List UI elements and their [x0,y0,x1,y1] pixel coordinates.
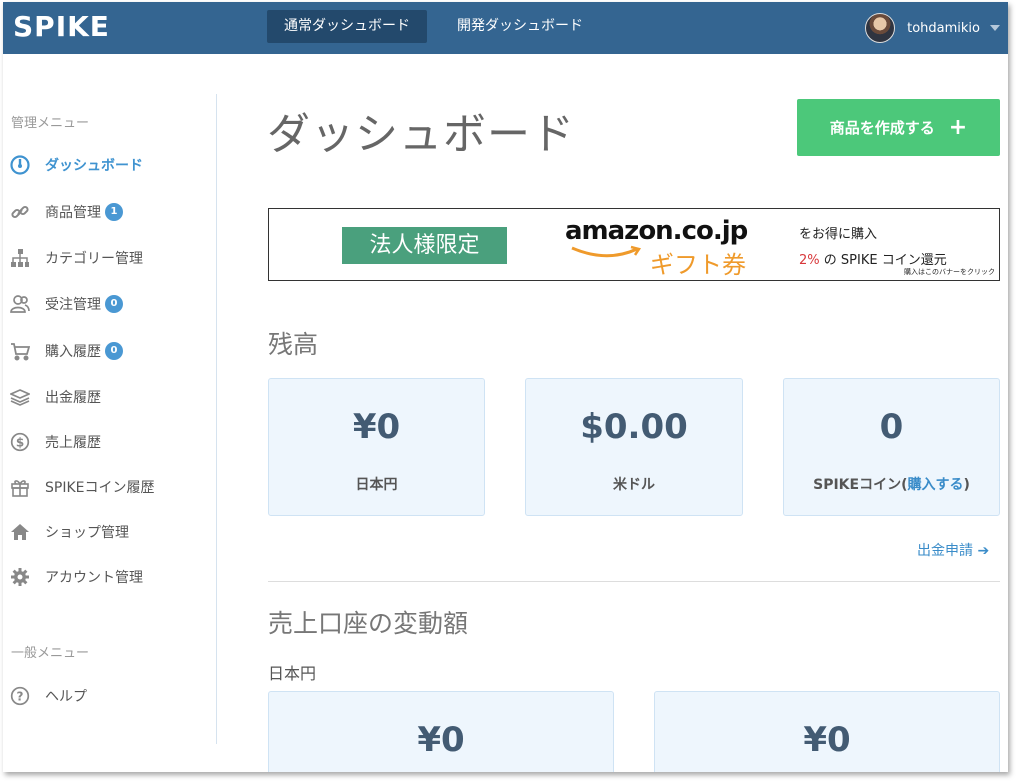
app-window: SPIKE 通常ダッシュボード 開発ダッシュボード tohdamikio 管理メ… [3,2,1008,772]
sidebar-item-label: 売上履歴 [45,435,101,451]
sidebar-item-label: 出金履歴 [45,390,101,406]
sales-amount: ¥0 [417,720,465,760]
banner-coin-text: 2% の SPIKE コイン還元 [799,249,947,268]
sidebar-item-label: 購入履歴 [45,344,101,360]
sidebar-item-label: ショップ管理 [45,525,129,541]
buy-coin-link[interactable]: 購入する [907,477,963,493]
link-icon [9,201,31,223]
sales-heading: 売上口座の変動額 [268,609,469,638]
arrow-right-icon: ➔ [977,543,990,559]
sidebar-item-coin-history[interactable]: SPIKEコイン履歴 [9,474,154,500]
corporate-only-badge: 法人様限定 [342,227,507,264]
create-product-button[interactable]: 商品を作成する + [797,99,1000,156]
sidebar-item-orders[interactable]: 受注管理 0 [9,291,123,317]
amazon-logo-text: amazon.co.jp [565,216,748,246]
sidebar-item-label: SPIKEコイン履歴 [45,480,155,496]
sidebar-item-account[interactable]: アカウント管理 [9,564,143,590]
sales-amount: ¥0 [803,720,851,760]
dashboard-icon [9,154,31,176]
sitemap-icon [9,247,31,269]
layers-icon [9,386,31,408]
users-icon [9,293,31,315]
sidebar-item-label: ヘルプ [45,689,87,705]
sidebar-divider [216,94,217,744]
create-product-label: 商品を作成する [829,119,935,137]
count-badge: 0 [105,342,123,360]
section-divider [268,581,1000,582]
balance-card-spike-coin: 0 SPIKEコイン(購入する) [783,378,1000,516]
tab-normal-dashboard[interactable]: 通常ダッシュボード [267,10,427,43]
sidebar-item-label: アカウント管理 [45,570,143,586]
question-icon: ? [9,685,31,707]
sidebar-item-label: カテゴリー管理 [45,251,143,267]
sidebar-item-label: 受注管理 [45,297,101,313]
gift-card-text: ギフト券 [650,251,746,279]
balance-amount: ¥0 [352,407,401,447]
sales-card: ¥0 [268,691,614,772]
page-title: ダッシュボード [267,110,575,160]
banner-note: 購入はこのバナーをクリック [904,268,995,276]
balance-card-usd: $0.00 米ドル [525,378,743,516]
cart-icon [9,340,31,362]
sidebar-item-withdrawal-history[interactable]: 出金履歴 [9,384,101,410]
sidebar-item-categories[interactable]: カテゴリー管理 [9,245,143,271]
gear-icon [9,566,31,588]
coin-percent: 2% [799,253,820,268]
svg-text:?: ? [17,690,24,704]
sidebar-item-label: 商品管理 [45,205,101,221]
sidebar-item-purchase-history[interactable]: 購入履歴 0 [9,338,123,364]
user-menu[interactable]: tohdamikio [865,12,1000,44]
home-icon [9,521,31,543]
sidebar: 管理メニュー ダッシュボード 商品管理 1 カテゴリー管理 受注管理 0 購入履… [3,54,217,772]
caret-down-icon[interactable] [990,25,1000,31]
sidebar-item-sales-history[interactable]: $ 売上履歴 [9,429,101,455]
sidebar-item-dashboard[interactable]: ダッシュボード [9,152,143,178]
balance-amount: 0 [879,407,904,447]
withdraw-label: 出金申請 [917,543,973,559]
sidebar-item-products[interactable]: 商品管理 1 [9,199,123,225]
amazon-smile-icon [571,245,642,258]
withdraw-request-link[interactable]: 出金申請 ➔ [917,540,989,560]
sidebar-item-label: ダッシュボード [45,158,143,174]
top-navbar: SPIKE 通常ダッシュボード 開発ダッシュボード tohdamikio [3,2,1008,54]
avatar[interactable] [865,13,896,43]
coin-label-prefix: SPIKEコイン( [813,477,908,493]
amazon-gift-banner[interactable]: 法人様限定 amazon.co.jp ギフト券 をお得に購入 2% の SPIK… [268,208,1000,281]
count-badge: 0 [105,295,123,313]
gift-icon [9,476,31,498]
balance-heading: 残高 [268,330,319,359]
balance-label: 日本円 [355,477,398,493]
banner-buy-text: をお得に購入 [799,227,878,242]
username[interactable]: tohdamikio [907,21,980,36]
sidebar-item-shop[interactable]: ショップ管理 [9,519,129,545]
plus-icon: + [948,115,968,140]
admin-menu-heading: 管理メニュー [11,116,90,131]
balance-amount: $0.00 [580,407,688,447]
tab-dev-dashboard[interactable]: 開発ダッシュボード [440,10,600,43]
balance-label: 米ドル [613,477,655,493]
general-menu-heading: 一般メニュー [11,646,90,661]
balance-card-jpy: ¥0 日本円 [268,378,485,516]
svg-text:$: $ [16,436,24,450]
sales-card: ¥0 [654,691,1000,772]
coin-text: の SPIKE コイン還元 [823,253,947,268]
coin-label-suffix: ) [963,477,970,493]
dollar-icon: $ [9,431,31,453]
sidebar-item-help[interactable]: ? ヘルプ [9,683,87,709]
sales-currency-label: 日本円 [268,664,317,683]
balance-label: SPIKEコイン(購入する) [784,474,999,494]
count-badge: 1 [105,203,123,221]
spike-logo[interactable]: SPIKE [13,10,110,43]
